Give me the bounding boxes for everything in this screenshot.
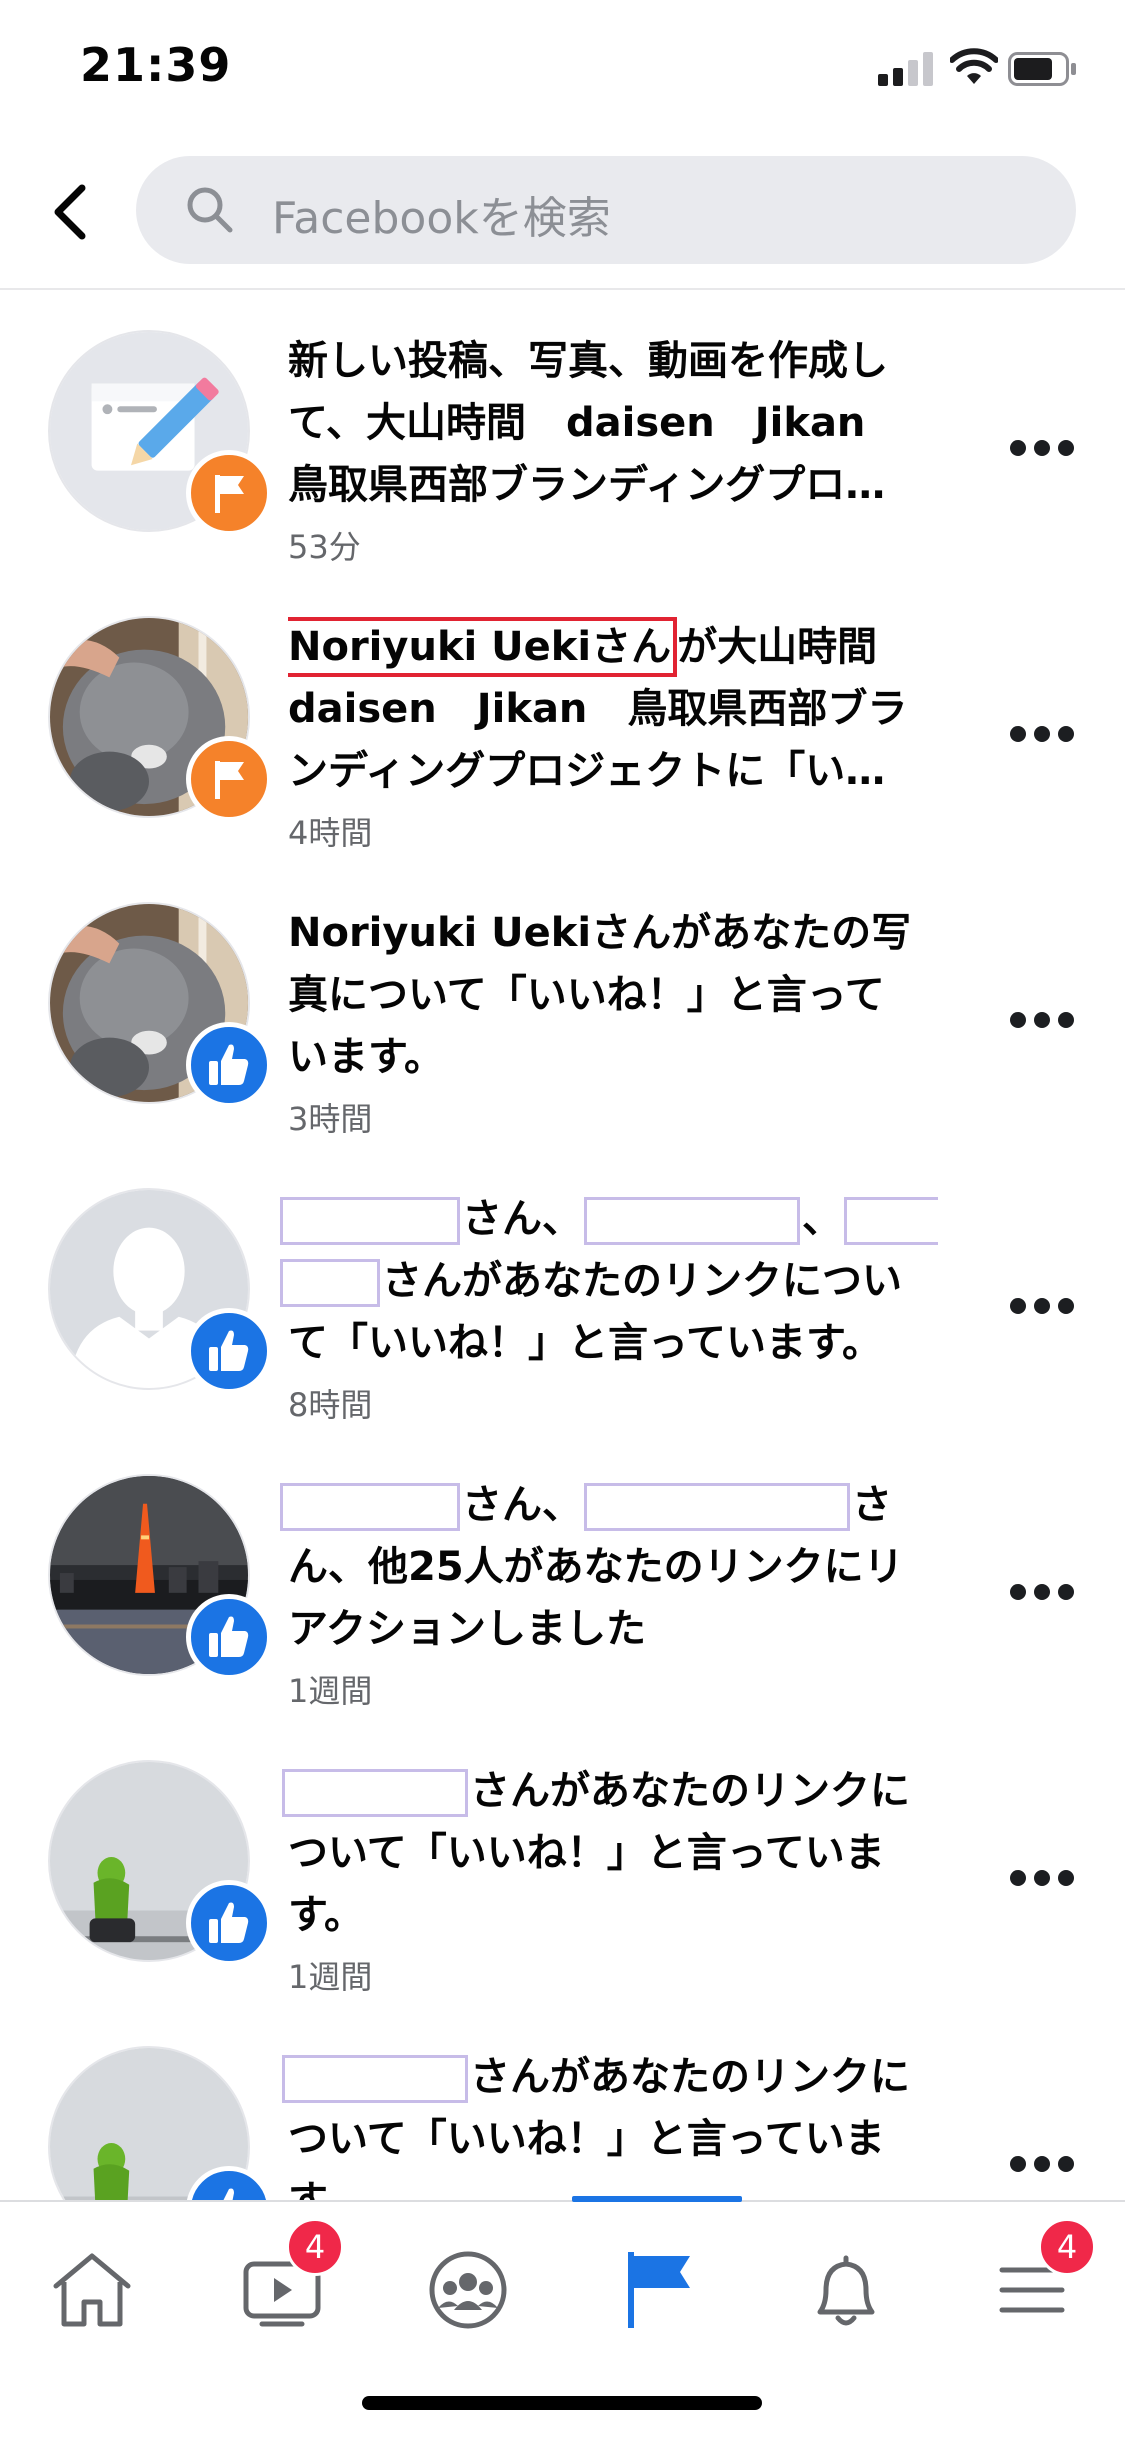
notification-time: 53分: [288, 528, 361, 566]
notification-time: 4時間: [288, 814, 373, 852]
home-tab[interactable]: [32, 2230, 152, 2350]
more-options-icon[interactable]: [1010, 440, 1074, 460]
search-placeholder: Facebookを検索: [272, 193, 611, 244]
notification-text: さんがあなたのリンクに ついて「いいね！」と言っていま す。: [280, 1760, 940, 1946]
search-icon: [187, 187, 233, 233]
redacted-name: [280, 1483, 460, 1531]
notification-text: Noriyuki Uekiさん が大山時間 daisen Jikan 鳥取県西部ブ…: [288, 616, 948, 802]
notification-item[interactable]: さんがあなたのリンクに ついて「いいね！」と言っていま す。: [0, 2024, 1125, 2200]
redacted-name: [282, 1769, 468, 1817]
notification-time: 1週間: [288, 1672, 373, 1710]
status-time: 21:39: [80, 38, 232, 92]
notification-time: 1週間: [288, 1958, 373, 1996]
like-icon: [223, 2188, 234, 2200]
like-icon: [209, 1330, 249, 1371]
notifications-bell-icon: [817, 2255, 875, 2326]
groups-tab[interactable]: [408, 2230, 528, 2350]
flag-badge: [186, 450, 272, 536]
notification-item[interactable]: 新しい投稿、写真、動画を作成し て、大山時間 daisen Jikan 鳥取県西…: [0, 308, 1125, 594]
more-options-icon[interactable]: [1010, 1870, 1074, 1890]
notification-text: さんがあなたのリンクに ついて「いいね！」と言っていま す。: [280, 2046, 940, 2200]
notification-item[interactable]: さんがあなたのリンクに ついて「いいね！」と言っていま す。 1週間: [0, 1738, 1125, 2024]
pages-flag-icon: [628, 2252, 690, 2328]
redacted-name: [280, 1259, 380, 1307]
highlighted-name[interactable]: Noriyuki Uekiさん: [288, 617, 678, 677]
battery-icon: [1008, 52, 1076, 86]
like-badge: [186, 2166, 272, 2200]
redacted-name: [584, 1197, 800, 1245]
redacted-name: [584, 1483, 850, 1531]
home-icon: [53, 2253, 131, 2327]
notification-item[interactable]: さん、、 さんがあなたのリンクについ て「いいね！」と言っています。 8時間: [0, 1166, 1125, 1452]
like-icon: [209, 1902, 249, 1943]
redacted-name: [844, 1197, 938, 1245]
notification-text: 新しい投稿、写真、動画を作成し て、大山時間 daisen Jikan 鳥取県西…: [288, 338, 888, 508]
like-badge: [186, 1022, 272, 1108]
notification-text: さん、さ ん、他25人があなたのリンクにリ アクションしました: [278, 1474, 938, 1660]
flag-icon: [215, 761, 244, 799]
like-icon: [209, 1616, 249, 1657]
notification-text: さん、、 さんがあなたのリンクについ て「いいね！」と言っています。: [278, 1188, 938, 1374]
more-options-icon[interactable]: [1010, 2156, 1074, 2176]
search-header: Facebookを検索: [0, 140, 1125, 290]
notification-item[interactable]: さん、さ ん、他25人があなたのリンクにリ アクションしました 1週間: [0, 1452, 1125, 1738]
pages-tab[interactable]: [598, 2230, 718, 2350]
flag-icon: [215, 475, 244, 513]
redacted-name: [280, 1197, 460, 1245]
groups-icon: [429, 2251, 507, 2329]
notification-list: 新しい投稿、写真、動画を作成し て、大山時間 daisen Jikan 鳥取県西…: [0, 290, 1125, 2200]
like-badge: [186, 1308, 272, 1394]
notification-text: Noriyuki Uekiさんがあなたの写 真について「いいね！」と言って いま…: [288, 910, 912, 1080]
home-indicator: [362, 2396, 762, 2410]
flag-badge: [186, 736, 272, 822]
watch-notification-badge: 4: [286, 2218, 344, 2276]
notification-item[interactable]: Noriyuki Uekiさんがあなたの写 真について「いいね！」と言って いま…: [0, 880, 1125, 1166]
notification-item[interactable]: Noriyuki Uekiさん が大山時間 daisen Jikan 鳥取県西部ブ…: [0, 594, 1125, 880]
redacted-name: [282, 2055, 468, 2103]
notification-time: 8時間: [288, 1386, 373, 1424]
more-options-icon[interactable]: [1010, 1012, 1074, 1032]
menu-notification-badge: 4: [1038, 2218, 1096, 2276]
back-arrow-icon[interactable]: [48, 180, 92, 244]
like-badge: [186, 1594, 272, 1680]
active-tab-indicator: [572, 2196, 742, 2202]
notifications-tab[interactable]: [786, 2230, 906, 2350]
notification-time: 3時間: [288, 1100, 373, 1138]
more-options-icon[interactable]: [1010, 1298, 1074, 1318]
search-input[interactable]: Facebookを検索: [136, 156, 1076, 264]
more-options-icon[interactable]: [1010, 726, 1074, 746]
like-icon: [209, 1044, 249, 1085]
like-badge: [186, 1880, 272, 1966]
status-bar: 21:39: [0, 0, 1125, 140]
wifi-icon: [950, 48, 998, 84]
cellular-signal-icon: [878, 50, 938, 86]
more-options-icon[interactable]: [1010, 1584, 1074, 1604]
